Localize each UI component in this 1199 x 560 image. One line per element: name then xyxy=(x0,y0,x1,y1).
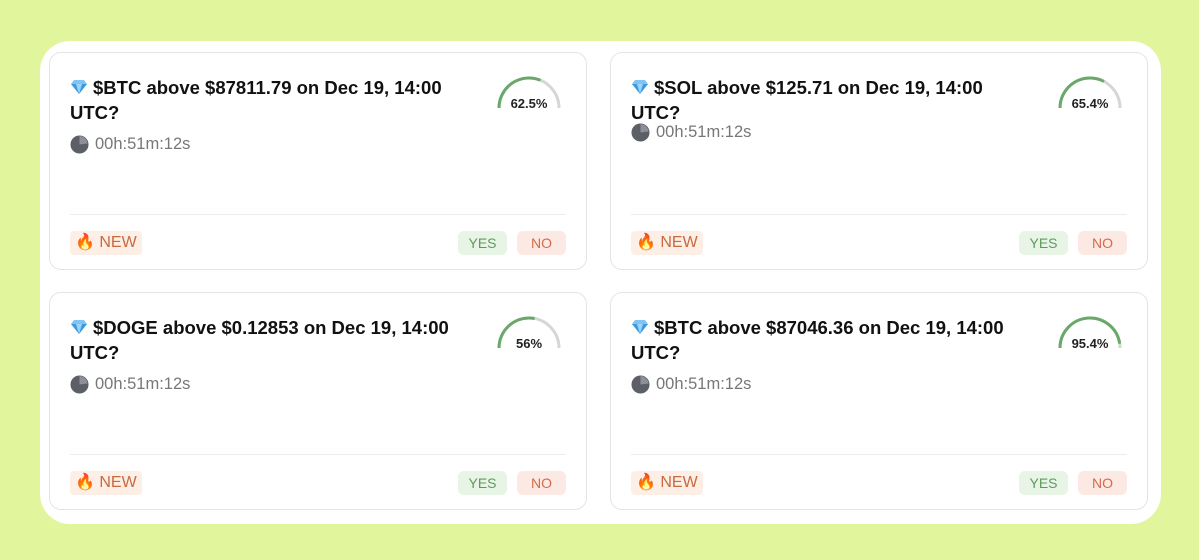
market-card[interactable]: $BTC above $87811.79 on Dec 19, 14:00 UT… xyxy=(49,52,587,270)
clock-icon xyxy=(631,123,650,142)
gem-icon xyxy=(632,320,648,334)
probability-gauge: 65.4% xyxy=(1057,75,1123,115)
clock-icon xyxy=(631,375,650,394)
divider xyxy=(70,454,566,455)
market-card[interactable]: $DOGE above $0.12853 on Dec 19, 14:00 UT… xyxy=(49,292,587,510)
new-badge: 🔥 NEW xyxy=(631,231,703,255)
yes-button[interactable]: YES xyxy=(458,231,507,255)
gem-icon xyxy=(632,80,648,94)
divider xyxy=(631,214,1127,215)
yes-button[interactable]: YES xyxy=(1019,471,1068,495)
probability-gauge: 56% xyxy=(496,315,562,355)
probability-value: 62.5% xyxy=(510,96,548,111)
clock-icon xyxy=(70,135,89,154)
probability-value: 56% xyxy=(515,336,543,351)
probability-value: 95.4% xyxy=(1071,336,1109,351)
markets-panel: $BTC above $87811.79 on Dec 19, 14:00 UT… xyxy=(40,41,1161,524)
market-title: $DOGE above $0.12853 on Dec 19, 14:00 UT… xyxy=(70,317,449,363)
market-title: $BTC above $87046.36 on Dec 19, 14:00 UT… xyxy=(631,317,1004,363)
no-button[interactable]: NO xyxy=(517,231,566,255)
yes-button[interactable]: YES xyxy=(458,471,507,495)
gem-icon xyxy=(71,80,87,94)
probability-gauge: 62.5% xyxy=(496,75,562,115)
gem-icon xyxy=(71,320,87,334)
countdown-timer: 00h:51m:12s xyxy=(70,375,190,394)
new-badge: 🔥 NEW xyxy=(631,471,703,495)
no-button[interactable]: NO xyxy=(1078,231,1127,255)
divider xyxy=(631,454,1127,455)
countdown-timer: 00h:51m:12s xyxy=(631,123,751,142)
yes-button[interactable]: YES xyxy=(1019,231,1068,255)
market-title: $BTC above $87811.79 on Dec 19, 14:00 UT… xyxy=(70,77,442,123)
no-button[interactable]: NO xyxy=(1078,471,1127,495)
probability-value: 65.4% xyxy=(1071,96,1109,111)
countdown-timer: 00h:51m:12s xyxy=(70,135,190,154)
market-card[interactable]: $SOL above $125.71 on Dec 19, 14:00 UTC?… xyxy=(610,52,1148,270)
new-badge: 🔥 NEW xyxy=(70,471,142,495)
market-title: $SOL above $125.71 on Dec 19, 14:00 UTC? xyxy=(631,77,983,123)
clock-icon xyxy=(70,375,89,394)
market-card[interactable]: $BTC above $87046.36 on Dec 19, 14:00 UT… xyxy=(610,292,1148,510)
no-button[interactable]: NO xyxy=(517,471,566,495)
divider xyxy=(70,214,566,215)
probability-gauge: 95.4% xyxy=(1057,315,1123,355)
countdown-timer: 00h:51m:12s xyxy=(631,375,751,394)
new-badge: 🔥 NEW xyxy=(70,231,142,255)
